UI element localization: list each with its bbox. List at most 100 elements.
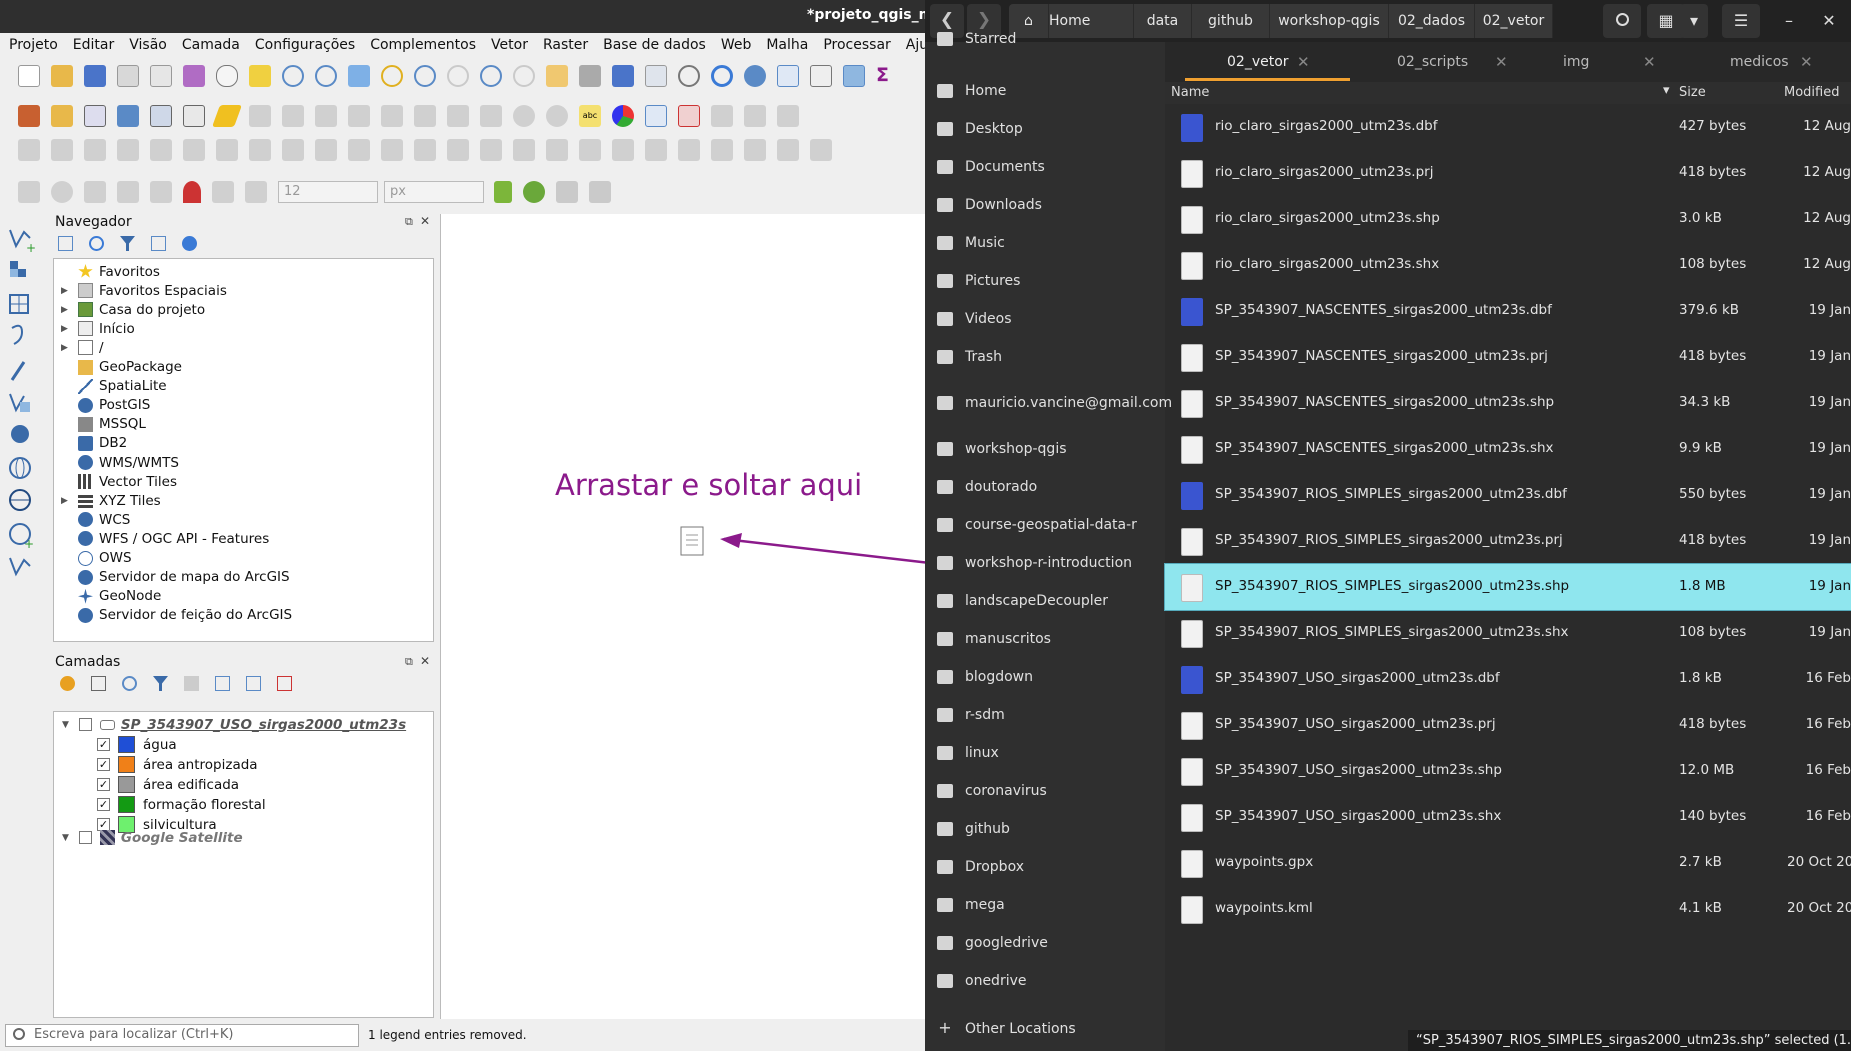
snap-tool-5-icon[interactable] — [150, 181, 172, 203]
breadcrumb-item[interactable]: data — [1134, 4, 1192, 38]
adv-digitize-16-icon[interactable] — [513, 139, 535, 161]
temporal-controller-icon[interactable] — [678, 65, 700, 87]
file-row[interactable]: SP_3543907_RIOS_SIMPLES_sirgas2000_utm23… — [1165, 610, 1851, 656]
file-row[interactable]: SP_3543907_NASCENTES_sirgas2000_utm23s.p… — [1165, 334, 1851, 380]
save-edits-icon[interactable] — [249, 105, 271, 127]
adv-digitize-21-icon[interactable] — [678, 139, 700, 161]
browser-item[interactable]: ▶ / — [61, 338, 104, 357]
browser-item[interactable]: WMS/WMTS — [66, 453, 179, 472]
breadcrumb-item[interactable]: workshop-qgis — [1270, 4, 1389, 38]
legend-class-checkbox[interactable]: ✓ — [97, 738, 110, 751]
tab-close-icon[interactable]: ✕ — [1297, 42, 1310, 82]
topological-editing-icon[interactable] — [494, 181, 512, 203]
browser-item[interactable]: ▶ Casa do projeto — [61, 300, 205, 319]
search-button[interactable] — [1603, 4, 1641, 38]
main-menu-button[interactable]: ☰ — [1722, 4, 1760, 38]
adv-digitize-8-icon[interactable] — [249, 139, 271, 161]
add-wfs-icon[interactable]: + — [6, 520, 38, 551]
locator-search-input[interactable]: Escreva para localizar (Ctrl+K) — [5, 1024, 359, 1047]
legend-class[interactable]: ✓ área edificada — [97, 775, 239, 794]
visibility-icon[interactable] — [122, 676, 137, 691]
zoom-to-selection-icon[interactable] — [381, 65, 403, 87]
add-wcs-icon[interactable] — [6, 486, 38, 516]
expand-arrow-icon[interactable]: ▶ — [61, 286, 68, 296]
expand-arrow-icon[interactable]: ▶ — [61, 305, 68, 315]
vertex-tool-icon[interactable] — [315, 105, 337, 127]
paste-features-icon[interactable] — [480, 105, 502, 127]
layer-style-icon[interactable] — [60, 676, 75, 691]
adv-digitize-13-icon[interactable] — [414, 139, 436, 161]
adv-digitize-25-icon[interactable] — [810, 139, 832, 161]
field-calculator-icon[interactable] — [810, 65, 832, 87]
adv-digitize-5-icon[interactable] — [150, 139, 172, 161]
sidebar-item[interactable]: manuscritos — [937, 620, 1051, 658]
browser-item[interactable]: Servidor de mapa do ArcGIS — [66, 568, 290, 587]
adv-digitize-6-icon[interactable] — [183, 139, 205, 161]
label-change-icon[interactable] — [777, 105, 799, 127]
add-delimited-text-icon[interactable] — [6, 322, 38, 352]
menu-item[interactable]: Raster — [534, 37, 594, 53]
bookmark-new-icon[interactable] — [612, 65, 634, 87]
adv-digitize-15-icon[interactable] — [480, 139, 502, 161]
new-virtual-layer-icon[interactable] — [183, 105, 205, 127]
close-button[interactable]: ✕ — [1810, 4, 1848, 38]
sidebar-item[interactable]: blogdown — [937, 658, 1033, 696]
sidebar-item[interactable]: Trash — [937, 338, 1002, 376]
sidebar-item[interactable]: coronavirus — [937, 772, 1047, 810]
redo-icon[interactable] — [546, 105, 568, 127]
sidebar-item[interactable]: workshop-r-introduction — [937, 544, 1132, 582]
adv-digitize-11-icon[interactable] — [348, 139, 370, 161]
add-postgis-icon[interactable] — [6, 420, 38, 450]
zoom-in-icon[interactable] — [282, 65, 304, 87]
pan-icon[interactable] — [216, 65, 238, 87]
new-temp-layer-icon[interactable] — [150, 105, 172, 127]
undo-icon[interactable] — [513, 105, 535, 127]
file-row[interactable]: SP_3543907_USO_sirgas2000_utm23s.dbf 1.8 … — [1165, 656, 1851, 702]
zoom-last-icon[interactable] — [480, 65, 502, 87]
adv-digitize-24-icon[interactable] — [777, 139, 799, 161]
sidebar-item[interactable]: github — [937, 810, 1010, 848]
remove-layer-icon[interactable] — [277, 676, 292, 691]
add-vector-tile-icon[interactable] — [6, 552, 38, 582]
label-show-icon[interactable] — [678, 105, 700, 127]
legend-class-checkbox[interactable]: ✓ — [97, 778, 110, 791]
label-rotate-icon[interactable] — [744, 105, 766, 127]
new-map-view-icon[interactable] — [546, 65, 568, 87]
file-row[interactable]: SP_3543907_NASCENTES_sirgas2000_utm23s.s… — [1165, 426, 1851, 472]
layer-row-uso[interactable]: ▼ SP_3543907_USO_sirgas2000_utm23s — [62, 715, 406, 734]
adv-digitize-4-icon[interactable] — [117, 139, 139, 161]
menu-item[interactable]: Malha — [757, 37, 814, 53]
zoom-next-icon[interactable] — [513, 65, 535, 87]
adv-digitize-23-icon[interactable] — [744, 139, 766, 161]
data-source-manager-icon[interactable] — [18, 105, 40, 127]
browser-item[interactable]: WCS — [66, 510, 130, 529]
collapse-arrow-icon[interactable]: ▼ — [62, 720, 69, 730]
refresh-icon[interactable] — [711, 65, 733, 87]
file-row[interactable]: SP_3543907_RIOS_SIMPLES_sirgas2000_utm23… — [1165, 518, 1851, 564]
legend-class-checkbox[interactable]: ✓ — [97, 758, 110, 771]
collapse-all-icon[interactable] — [151, 236, 166, 251]
save-project-icon[interactable] — [84, 65, 106, 87]
sort-desc-icon[interactable]: ▾ — [1663, 83, 1670, 98]
file-row[interactable]: rio_claro_sirgas2000_utm23s.shp 3.0 kB 12 … — [1165, 196, 1851, 242]
snap-tool-4-icon[interactable] — [117, 181, 139, 203]
tab[interactable]: 02_scripts — [1397, 42, 1468, 82]
style-manager-icon[interactable] — [183, 65, 205, 87]
file-row[interactable]: SP_3543907_USO_sirgas2000_utm23s.prj 418 … — [1165, 702, 1851, 748]
add-mesh-layer-icon[interactable] — [6, 290, 38, 320]
new-geopackage-icon[interactable] — [51, 105, 73, 127]
expand-arrow-icon[interactable]: ▶ — [61, 324, 68, 334]
sidebar-item[interactable]: doutorado — [937, 468, 1037, 506]
filter-expression-icon[interactable] — [184, 676, 199, 691]
legend-class[interactable]: ✓ água — [97, 735, 177, 754]
sidebar-item[interactable]: Dropbox — [937, 848, 1024, 886]
file-row[interactable]: SP_3543907_RIOS_SIMPLES_sirgas2000_utm23… — [1165, 472, 1851, 518]
close-layers-panel-icon[interactable]: ✕ — [420, 654, 430, 668]
legend-class[interactable]: ✓ área antropizada — [97, 755, 258, 774]
sidebar-item[interactable]: Documents — [937, 148, 1045, 186]
toggle-editing-icon[interactable] — [211, 105, 243, 127]
zoom-out-icon[interactable] — [315, 65, 337, 87]
file-row[interactable]: rio_claro_sirgas2000_utm23s.shx 108 bytes… — [1165, 242, 1851, 288]
browser-item[interactable]: SpatiaLite — [66, 377, 167, 396]
minimize-button[interactable]: – — [1770, 4, 1808, 38]
